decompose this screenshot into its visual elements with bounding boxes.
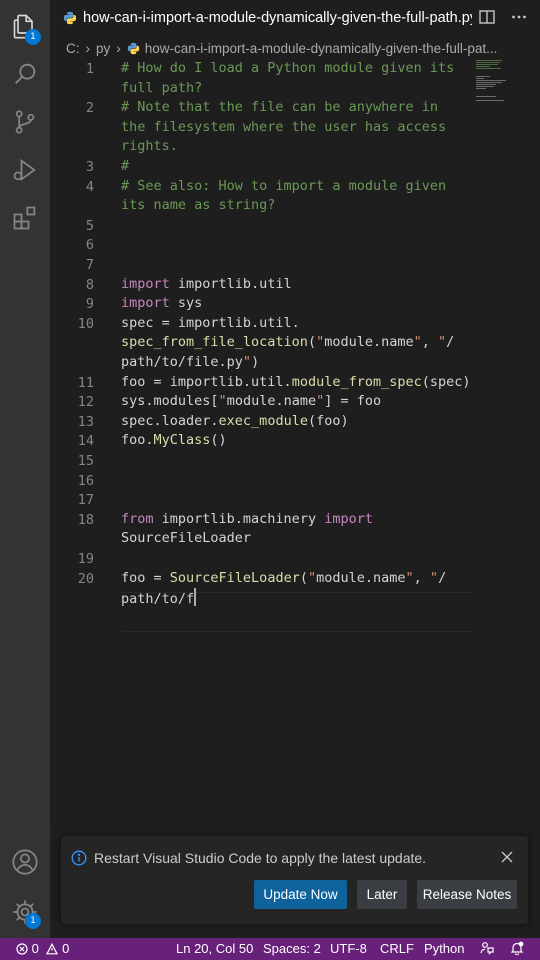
code-line[interactable]: 5 [50,216,540,236]
code-line[interactable]: 9 import sys [50,294,540,314]
code-line[interactable]: 8 import importlib.util [50,275,540,295]
code-line[interactable]: 2 # Note that the file can be anywhere in… [50,98,540,157]
line-number: 20 [77,570,94,587]
update-now-button[interactable]: Update Now [254,880,347,909]
line-number: 5 [85,217,94,234]
settings-badge: 1 [25,913,41,929]
indentation[interactable]: Spaces: 2 [263,938,321,960]
line-number: 6 [85,237,94,254]
code-text: # See also: How to import a module given… [121,177,447,214]
code-text: spec = importlib.util. spec_from_file_lo… [121,314,455,370]
warning-count: 0 [62,941,70,956]
info-icon [71,850,87,866]
more-actions-icon[interactable] [510,8,528,26]
text-cursor [194,588,197,607]
code-text: sys.modules["module.name"] = foo [121,393,382,410]
line-number: 14 [77,433,94,450]
code-line[interactable]: 4 # See also: How to import a module give… [50,177,540,216]
code-text: foo = SourceFileLoader("module.name", "/… [121,569,447,608]
line-number: 2 [85,100,94,117]
python-file-icon [63,11,77,25]
code-text: spec.loader.exec_module(foo) [121,412,349,429]
error-icon [16,943,28,955]
code-line[interactable]: 11 foo = importlib.util.module_from_spec(… [50,373,540,393]
code-line[interactable]: 13 spec.loader.exec_module(foo) [50,412,540,432]
explorer-icon[interactable]: 1 [0,2,50,50]
code-editor[interactable]: 1 # How do I load a Python module given i… [50,58,540,938]
code-line[interactable]: 10 spec = importlib.util. spec_from_file_… [50,314,540,373]
chevron-right-icon: › [116,40,121,56]
code-text: # [121,158,130,174]
warning-icon [46,943,59,955]
status-bar: 0 0 Ln 20, Col 50 Spaces: 2 UTF-8 CRLF P… [0,938,540,960]
editor-tab[interactable]: how-can-i-import-a-module-dynamically-gi… [50,0,472,36]
breadcrumb-file[interactable]: how-can-i-import-a-module-dynamically-gi… [145,41,498,56]
line-number: 10 [77,315,94,332]
code-text: # How do I load a Python module given it… [121,60,455,96]
feedback-icon[interactable] [480,938,494,960]
code-text: foo.MyClass() [121,432,227,449]
error-count: 0 [31,941,39,956]
code-line[interactable]: 16 [50,471,540,491]
tab-title: how-can-i-import-a-module-dynamically-gi… [83,10,472,26]
problems-indicator[interactable]: 0 0 [16,938,69,960]
settings-gear-icon[interactable]: 1 [0,888,50,936]
cursor-position[interactable]: Ln 20, Col 50 [176,938,253,960]
line-number: 15 [77,453,94,469]
line-number: 16 [77,472,94,489]
python-file-icon [127,42,139,54]
activity-bar: 1 1 [0,0,50,938]
code-text: import importlib.util [121,275,292,292]
notifications-bell-icon[interactable] [510,938,524,960]
update-notification: Restart Visual Studio Code to apply the … [61,836,528,924]
code-text: from importlib.machinery import SourceFi… [121,510,373,547]
release-notes-button[interactable]: Release Notes [417,880,517,909]
line-number: 18 [77,511,94,528]
code-line[interactable]: 3 # [50,157,540,177]
breadcrumb-drive[interactable]: C: [66,41,80,56]
code-text: foo = importlib.util.module_from_spec(sp… [121,373,471,390]
line-number: 9 [85,296,94,313]
line-number: 8 [85,276,94,293]
explorer-badge: 1 [25,29,41,45]
account-icon[interactable] [0,838,50,886]
line-number: 1 [85,61,94,77]
source-control-icon[interactable] [0,98,50,146]
code-text: # Note that the file can be anywhere in … [121,99,447,155]
chevron-right-icon: › [85,40,91,56]
code-line[interactable]: 1 # How do I load a Python module given i… [50,59,540,98]
code-line[interactable]: 17 [50,490,540,510]
notification-message: Restart Visual Studio Code to apply the … [94,850,427,866]
line-number: 3 [85,159,94,175]
line-number: 13 [77,413,94,430]
code-line[interactable]: 6 [50,235,540,255]
code-line[interactable]: 14 foo.MyClass() [50,431,540,451]
line-number: 12 [77,394,94,411]
end-of-line[interactable]: CRLF [380,938,414,960]
extensions-icon[interactable] [0,194,50,242]
code-line[interactable]: 7 [50,255,540,275]
language-mode[interactable]: Python [424,938,464,960]
line-number: 19 [77,551,94,567]
code-text: import sys [121,295,203,312]
line-number: 4 [85,178,94,195]
line-number: 7 [85,257,94,273]
breadcrumb-folder[interactable]: py [96,41,110,56]
code-line[interactable]: 12 sys.modules["module.name"] = foo [50,392,540,412]
run-debug-icon[interactable] [0,146,50,194]
code-line[interactable]: 20 foo = SourceFileLoader("module.name", … [50,569,540,608]
tab-bar: how-can-i-import-a-module-dynamically-gi… [50,0,540,36]
line-number: 11 [77,374,94,391]
breadcrumb: C: › py › how-can-i-import-a-module-dyna… [50,38,540,58]
close-icon[interactable] [500,850,514,864]
later-button[interactable]: Later [357,880,407,909]
split-editor-icon[interactable] [478,8,496,26]
line-number: 17 [77,492,94,509]
code-line[interactable]: 18 from importlib.machinery import Source… [50,510,540,549]
search-icon[interactable] [0,50,50,98]
encoding[interactable]: UTF-8 [330,938,367,960]
code-line[interactable]: 19 [50,549,540,569]
code-line[interactable]: 15 [50,451,540,471]
